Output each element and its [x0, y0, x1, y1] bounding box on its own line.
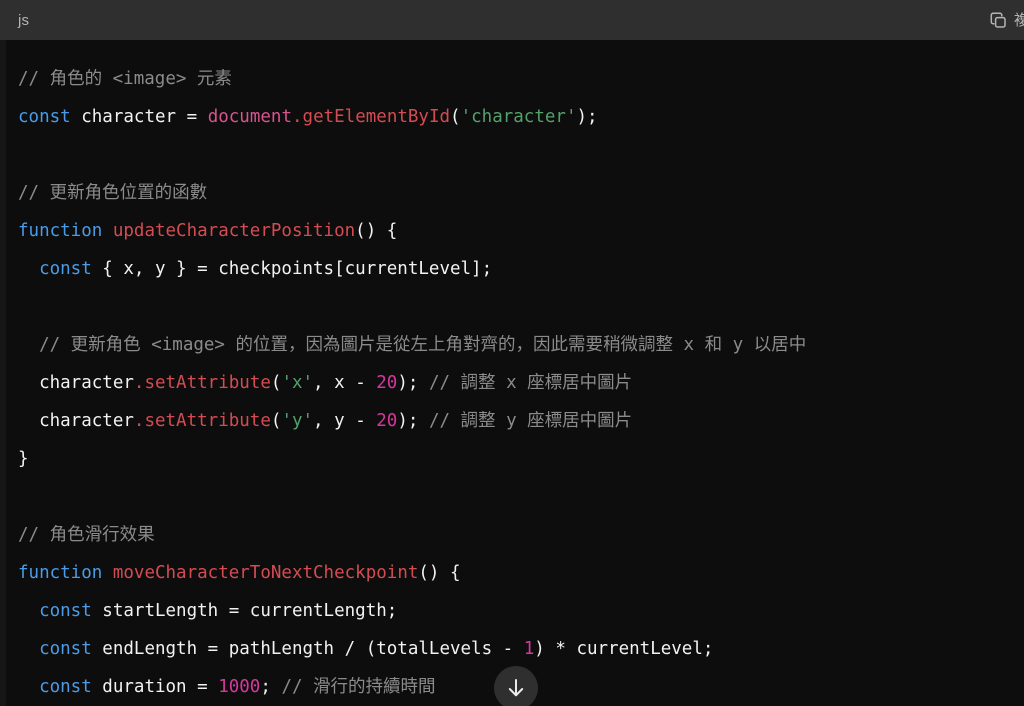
code-token: ;	[260, 677, 282, 697]
code-token: .	[133, 411, 145, 431]
code-token: 'character'	[460, 107, 577, 127]
code-token: startLength = currentLength;	[91, 601, 398, 621]
code-line: function updateCharacterPosition() {	[18, 212, 1024, 250]
code-token: endLength = pathLength / (totalLevels -	[91, 639, 524, 659]
code-token: const	[39, 677, 92, 697]
code-token: setAttribute	[144, 411, 271, 431]
code-token: document	[207, 107, 292, 127]
code-token: );	[576, 107, 598, 127]
code-token: character	[70, 107, 187, 127]
code-token: (	[450, 107, 461, 127]
code-line: // 更新角色位置的函數	[18, 174, 1024, 212]
code-token: updateCharacterPosition	[112, 221, 356, 241]
code-token: .	[133, 373, 145, 393]
code-token: 'x'	[281, 373, 314, 393]
code-token: () {	[418, 563, 461, 583]
code-token: function	[18, 221, 103, 241]
code-token: (	[270, 411, 282, 431]
code-token: // 角色滑行效果	[18, 525, 155, 545]
code-token: .	[291, 107, 303, 127]
code-content: // 角色的 <image> 元素 const character = docum…	[0, 40, 1024, 706]
code-token: character	[18, 411, 134, 431]
code-token: =	[186, 107, 198, 127]
code-token: function	[18, 563, 103, 583]
code-token: // 更新角色位置的函數	[18, 183, 208, 203]
code-line: }	[18, 440, 1024, 478]
code-line: // 角色滑行效果	[18, 516, 1024, 554]
scroll-to-bottom-button[interactable]	[494, 666, 538, 706]
code-token: 'y'	[281, 411, 314, 431]
code-token: // 滑行的持續時間	[281, 677, 436, 697]
code-token: 1	[523, 639, 535, 659]
code-line: const { x, y } = checkpoints[currentLeve…	[18, 250, 1024, 288]
code-token: , y -	[313, 411, 377, 431]
copy-code-button[interactable]: 複製	[990, 12, 1024, 29]
code-token: moveCharacterToNextCheckpoint	[112, 563, 419, 583]
code-token: // 調整 x 座標居中圖片	[428, 373, 633, 393]
code-line: character.setAttribute('y', y - 20); // …	[18, 402, 1024, 440]
code-token: { x, y } = checkpoints[currentLevel];	[91, 259, 493, 279]
code-token: const	[18, 107, 71, 127]
code-token: );	[397, 373, 429, 393]
code-token: const	[39, 639, 92, 659]
code-token: getElementById	[302, 107, 451, 127]
code-line: function moveCharacterToNextCheckpoint()…	[18, 554, 1024, 592]
code-token: duration =	[91, 677, 219, 697]
code-token: // 更新角色 <image> 的位置，因為圖片是從左上角對齊的，因此需要稍微調…	[18, 335, 807, 355]
code-token: 1000	[218, 677, 261, 697]
code-line: // 角色的 <image> 元素	[18, 60, 1024, 98]
code-token: );	[397, 411, 429, 431]
code-token: 20	[376, 411, 398, 431]
code-token: setAttribute	[144, 373, 271, 393]
code-token: ) * currentLevel;	[534, 639, 714, 659]
code-block: js 複製 // 角色的 <image> 元素 const character =…	[0, 0, 1024, 706]
code-token: // 角色的 <image> 元素	[18, 69, 232, 89]
code-line: const startLength = currentLength;	[18, 592, 1024, 630]
copy-icon	[990, 12, 1007, 29]
code-line: const character = document.getElementByI…	[18, 98, 1024, 136]
code-token: () {	[355, 221, 398, 241]
code-block-header: js 複製	[0, 0, 1024, 40]
code-line: // 更新角色 <image> 的位置，因為圖片是從左上角對齊的，因此需要稍微調…	[18, 326, 1024, 364]
code-language-label: js	[18, 11, 30, 29]
code-token: 20	[376, 373, 398, 393]
code-token: }	[18, 449, 29, 469]
code-token: // 調整 y 座標居中圖片	[428, 411, 633, 431]
copy-code-label: 複製	[1013, 11, 1024, 29]
code-line: const endLength = pathLength / (totalLev…	[18, 630, 1024, 668]
code-token: const	[39, 601, 92, 621]
code-token: , x -	[313, 373, 377, 393]
code-body: // 角色的 <image> 元素 const character = docum…	[0, 40, 1024, 706]
code-token: character	[18, 373, 134, 393]
code-token: (	[270, 373, 282, 393]
code-token: const	[39, 259, 92, 279]
code-line: character.setAttribute('x', x - 20); // …	[18, 364, 1024, 402]
arrow-down-icon	[505, 677, 527, 699]
